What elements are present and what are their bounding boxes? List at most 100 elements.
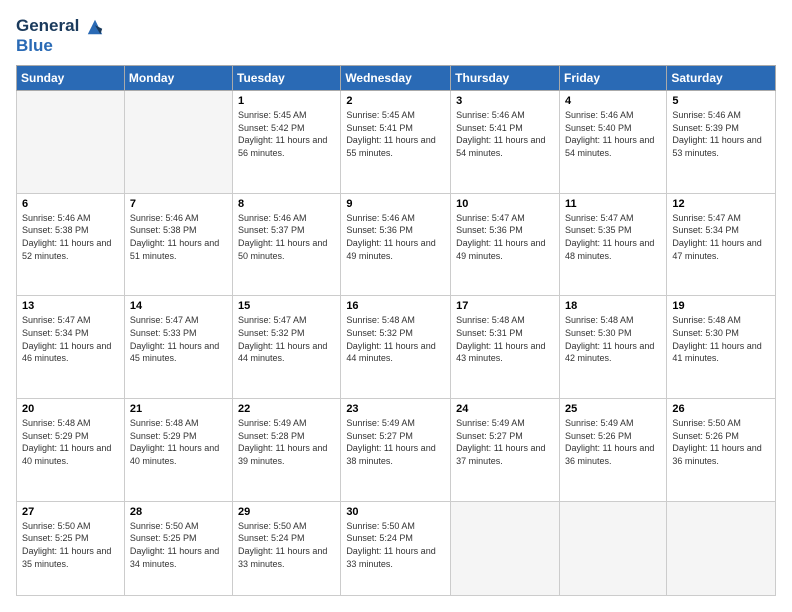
calendar-table: SundayMondayTuesdayWednesdayThursdayFrid…	[16, 65, 776, 596]
calendar-cell	[124, 91, 232, 194]
calendar-cell: 21Sunrise: 5:48 AM Sunset: 5:29 PM Dayli…	[124, 399, 232, 502]
day-number: 6	[22, 198, 119, 210]
day-number: 4	[565, 95, 661, 107]
cell-info: Sunrise: 5:48 AM Sunset: 5:31 PM Dayligh…	[456, 314, 554, 364]
calendar-cell: 26 Sunrise: 5:50 AM Sunset: 5:26 PM Dayli…	[667, 399, 776, 502]
logo-line1: General	[16, 16, 104, 36]
calendar-cell: 25 Sunrise: 5:49 AM Sunset: 5:26 PM Dayli…	[559, 399, 666, 502]
cell-info: Sunrise: 5:45 AM Sunset: 5:41 PM Dayligh…	[346, 109, 445, 159]
cell-info: Sunrise: 5:47 AM Sunset: 5:34 PM Dayligh…	[22, 314, 119, 364]
cell-info: Sunrise: 5:46 AM Sunset: 5:38 PM Dayligh…	[130, 212, 227, 262]
weekday-header: Saturday	[667, 66, 776, 91]
day-number: 7	[130, 198, 227, 210]
cell-info: Sunrise: 5:48 AM Sunset: 5:32 PM Dayligh…	[346, 314, 445, 364]
calendar-cell: 14 Sunrise: 5:47 AM Sunset: 5:33 PM Dayli…	[124, 296, 232, 399]
logo-line2: Blue	[16, 36, 104, 56]
cell-info: Sunrise: 5:50 AM Sunset: 5:26 PM Dayligh…	[672, 417, 770, 467]
calendar-cell: 29 Sunrise: 5:50 AM Sunset: 5:24 PM Dayli…	[233, 501, 341, 595]
cell-info: Sunrise: 5:50 AM Sunset: 5:25 PM Dayligh…	[22, 520, 119, 570]
calendar-cell: 15 Sunrise: 5:47 AM Sunset: 5:32 PM Dayli…	[233, 296, 341, 399]
cell-info: Sunrise: 5:49 AM Sunset: 5:26 PM Dayligh…	[565, 417, 661, 467]
calendar-week-row: 27 Sunrise: 5:50 AM Sunset: 5:25 PM Dayli…	[17, 501, 776, 595]
cell-info: Sunrise: 5:49 AM Sunset: 5:27 PM Dayligh…	[456, 417, 554, 467]
day-number: 5	[672, 95, 770, 107]
cell-info: Sunrise: 5:47 AM Sunset: 5:36 PM Dayligh…	[456, 212, 554, 262]
calendar-header-row: SundayMondayTuesdayWednesdayThursdayFrid…	[17, 66, 776, 91]
calendar-week-row: 13 Sunrise: 5:47 AM Sunset: 5:34 PM Dayli…	[17, 296, 776, 399]
cell-info: Sunrise: 5:46 AM Sunset: 5:37 PM Dayligh…	[238, 212, 335, 262]
calendar-cell: 23 Sunrise: 5:49 AM Sunset: 5:27 PM Dayli…	[341, 399, 451, 502]
calendar-cell: 27 Sunrise: 5:50 AM Sunset: 5:25 PM Dayli…	[17, 501, 125, 595]
cell-info: Sunrise: 5:46 AM Sunset: 5:40 PM Dayligh…	[565, 109, 661, 159]
day-number: 15	[238, 300, 335, 312]
cell-info: Sunrise: 5:50 AM Sunset: 5:24 PM Dayligh…	[238, 520, 335, 570]
calendar-cell: 17 Sunrise: 5:48 AM Sunset: 5:31 PM Dayli…	[451, 296, 560, 399]
day-number: 23	[346, 403, 445, 415]
cell-info: Sunrise: 5:49 AM Sunset: 5:27 PM Dayligh…	[346, 417, 445, 467]
cell-info: Sunrise: 5:46 AM Sunset: 5:36 PM Dayligh…	[346, 212, 445, 262]
calendar-cell: 3Sunrise: 5:46 AM Sunset: 5:41 PM Daylig…	[451, 91, 560, 194]
calendar-cell: 24Sunrise: 5:49 AM Sunset: 5:27 PM Dayli…	[451, 399, 560, 502]
day-number: 19	[672, 300, 770, 312]
cell-info: Sunrise: 5:47 AM Sunset: 5:32 PM Dayligh…	[238, 314, 335, 364]
day-number: 17	[456, 300, 554, 312]
calendar-cell: 6 Sunrise: 5:46 AM Sunset: 5:38 PM Daylig…	[17, 193, 125, 296]
cell-info: Sunrise: 5:47 AM Sunset: 5:33 PM Dayligh…	[130, 314, 227, 364]
calendar-cell: 7 Sunrise: 5:46 AM Sunset: 5:38 PM Daylig…	[124, 193, 232, 296]
day-number: 1	[238, 95, 335, 107]
cell-info: Sunrise: 5:48 AM Sunset: 5:29 PM Dayligh…	[22, 417, 119, 467]
day-number: 18	[565, 300, 661, 312]
cell-info: Sunrise: 5:47 AM Sunset: 5:34 PM Dayligh…	[672, 212, 770, 262]
calendar-cell: 16 Sunrise: 5:48 AM Sunset: 5:32 PM Dayli…	[341, 296, 451, 399]
calendar-cell: 2 Sunrise: 5:45 AM Sunset: 5:41 PM Daylig…	[341, 91, 451, 194]
cell-info: Sunrise: 5:46 AM Sunset: 5:41 PM Dayligh…	[456, 109, 554, 159]
day-number: 30	[346, 506, 445, 518]
calendar-cell: 1 Sunrise: 5:45 AM Sunset: 5:42 PM Daylig…	[233, 91, 341, 194]
calendar-cell	[17, 91, 125, 194]
cell-info: Sunrise: 5:48 AM Sunset: 5:30 PM Dayligh…	[672, 314, 770, 364]
day-number: 20	[22, 403, 119, 415]
calendar-cell: 11Sunrise: 5:47 AM Sunset: 5:35 PM Dayli…	[559, 193, 666, 296]
calendar-week-row: 20 Sunrise: 5:48 AM Sunset: 5:29 PM Dayli…	[17, 399, 776, 502]
weekday-header: Wednesday	[341, 66, 451, 91]
header: General Blue	[16, 16, 776, 55]
day-number: 9	[346, 198, 445, 210]
cell-info: Sunrise: 5:47 AM Sunset: 5:35 PM Dayligh…	[565, 212, 661, 262]
calendar-cell	[667, 501, 776, 595]
cell-info: Sunrise: 5:46 AM Sunset: 5:38 PM Dayligh…	[22, 212, 119, 262]
weekday-header: Sunday	[17, 66, 125, 91]
cell-info: Sunrise: 5:46 AM Sunset: 5:39 PM Dayligh…	[672, 109, 770, 159]
day-number: 29	[238, 506, 335, 518]
cell-info: Sunrise: 5:48 AM Sunset: 5:29 PM Dayligh…	[130, 417, 227, 467]
calendar-week-row: 1 Sunrise: 5:45 AM Sunset: 5:42 PM Daylig…	[17, 91, 776, 194]
calendar-cell: 9 Sunrise: 5:46 AM Sunset: 5:36 PM Daylig…	[341, 193, 451, 296]
day-number: 13	[22, 300, 119, 312]
calendar-cell: 4 Sunrise: 5:46 AM Sunset: 5:40 PM Daylig…	[559, 91, 666, 194]
calendar-cell: 10 Sunrise: 5:47 AM Sunset: 5:36 PM Dayli…	[451, 193, 560, 296]
calendar-cell: 8 Sunrise: 5:46 AM Sunset: 5:37 PM Daylig…	[233, 193, 341, 296]
cell-info: Sunrise: 5:50 AM Sunset: 5:24 PM Dayligh…	[346, 520, 445, 570]
calendar-week-row: 6 Sunrise: 5:46 AM Sunset: 5:38 PM Daylig…	[17, 193, 776, 296]
calendar-cell: 18Sunrise: 5:48 AM Sunset: 5:30 PM Dayli…	[559, 296, 666, 399]
calendar-cell: 13 Sunrise: 5:47 AM Sunset: 5:34 PM Dayli…	[17, 296, 125, 399]
day-number: 14	[130, 300, 227, 312]
day-number: 2	[346, 95, 445, 107]
day-number: 8	[238, 198, 335, 210]
day-number: 28	[130, 506, 227, 518]
calendar-cell	[559, 501, 666, 595]
weekday-header: Thursday	[451, 66, 560, 91]
day-number: 16	[346, 300, 445, 312]
calendar-cell: 20 Sunrise: 5:48 AM Sunset: 5:29 PM Dayli…	[17, 399, 125, 502]
weekday-header: Monday	[124, 66, 232, 91]
day-number: 25	[565, 403, 661, 415]
calendar-cell: 22Sunrise: 5:49 AM Sunset: 5:28 PM Dayli…	[233, 399, 341, 502]
calendar-cell: 19 Sunrise: 5:48 AM Sunset: 5:30 PM Dayli…	[667, 296, 776, 399]
weekday-header: Friday	[559, 66, 666, 91]
day-number: 10	[456, 198, 554, 210]
page: General Blue SundayMondayTuesdayWednesda…	[0, 0, 792, 612]
cell-info: Sunrise: 5:45 AM Sunset: 5:42 PM Dayligh…	[238, 109, 335, 159]
weekday-header: Tuesday	[233, 66, 341, 91]
calendar-cell	[451, 501, 560, 595]
day-number: 26	[672, 403, 770, 415]
day-number: 27	[22, 506, 119, 518]
